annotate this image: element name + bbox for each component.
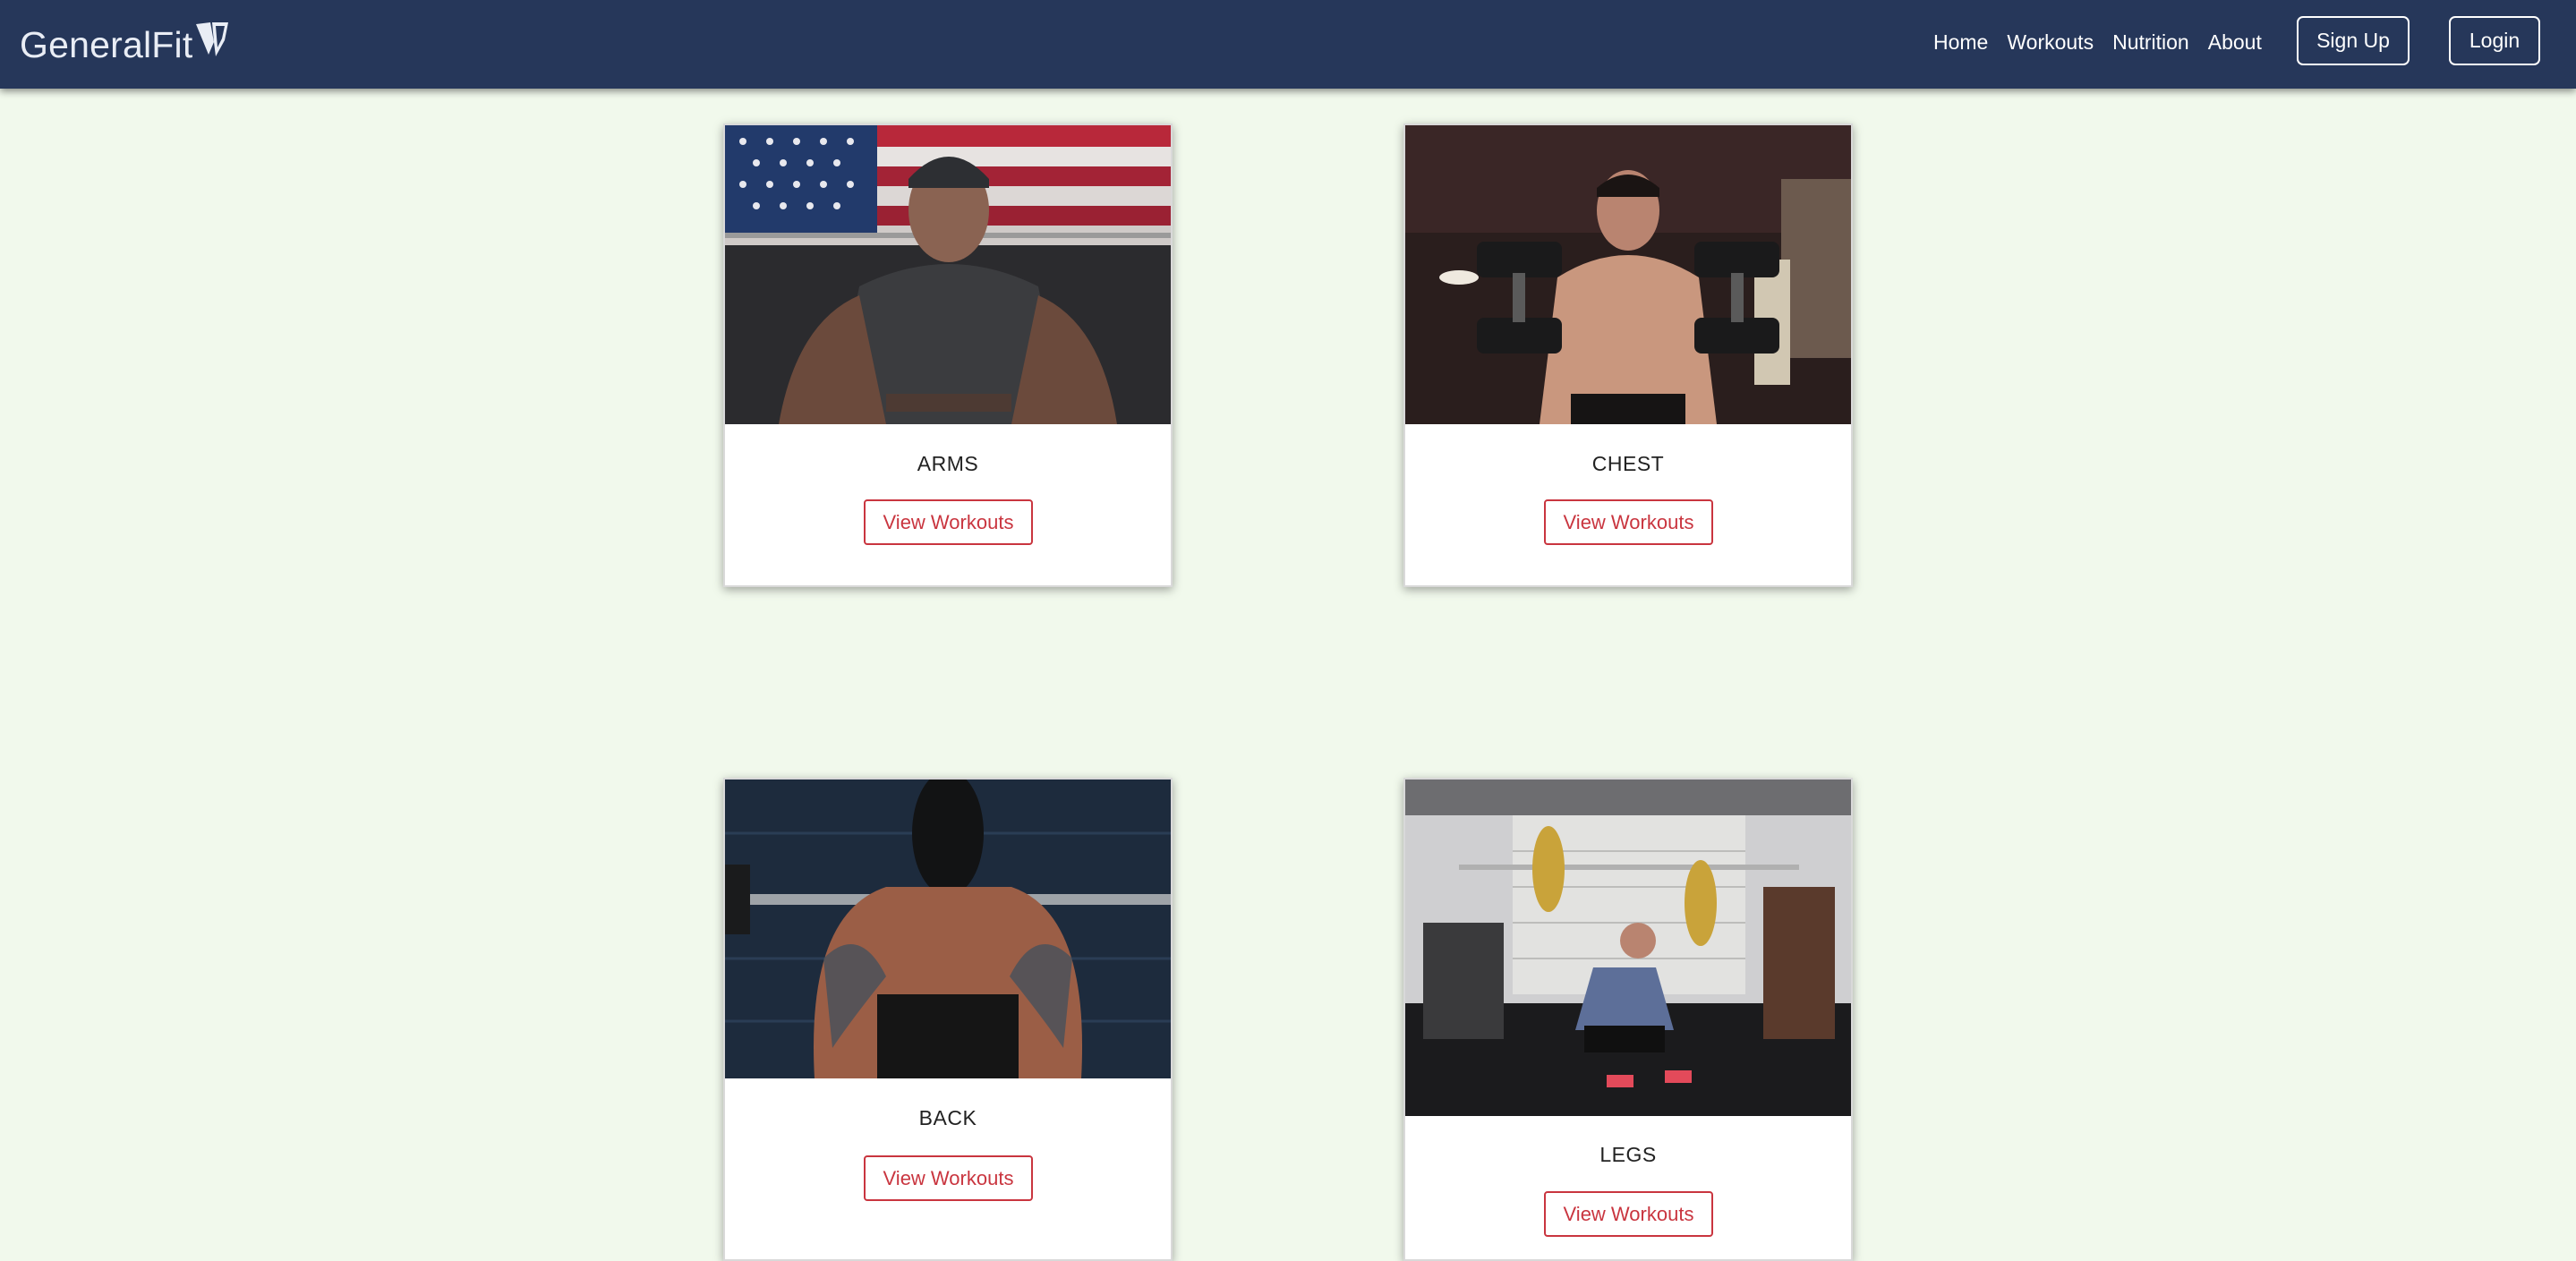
nav-link-workouts[interactable]: Workouts: [2007, 30, 2094, 55]
chest-card-image: [1405, 125, 1851, 424]
legs-card-image: [1405, 780, 1851, 1116]
workout-card-arms: ARMS View Workouts: [723, 124, 1173, 587]
card-title-back: BACK: [918, 1106, 977, 1129]
card-title-legs: LEGS: [1599, 1143, 1657, 1166]
view-workouts-legs-button[interactable]: View Workouts: [1544, 1191, 1713, 1237]
brand-shield-icon: [194, 21, 230, 69]
top-navbar: GeneralFit Home Workouts Nutrition About…: [0, 0, 2576, 89]
card-title-arms: ARMS: [917, 452, 979, 475]
view-workouts-arms-button[interactable]: View Workouts: [864, 499, 1033, 545]
signup-button[interactable]: Sign Up: [2297, 16, 2410, 65]
login-button[interactable]: Login: [2449, 16, 2540, 65]
view-workouts-back-button[interactable]: View Workouts: [864, 1155, 1033, 1201]
workout-card-back: BACK View Workouts: [723, 778, 1173, 1261]
nav-links: Home Workouts Nutrition About: [1933, 25, 2281, 59]
brand-logo-link[interactable]: GeneralFit: [20, 20, 230, 70]
card-title-chest: CHEST: [1591, 452, 1665, 475]
nav-link-nutrition[interactable]: Nutrition: [2112, 30, 2189, 55]
view-workouts-chest-button[interactable]: View Workouts: [1544, 499, 1713, 545]
nav-link-about[interactable]: About: [2208, 30, 2262, 55]
workout-card-chest: CHEST View Workouts: [1403, 124, 1853, 587]
back-card-image: [725, 780, 1171, 1078]
workout-card-legs: LEGS View Workouts: [1403, 778, 1853, 1261]
arms-card-image: [725, 125, 1171, 424]
brand-name: GeneralFit: [20, 23, 193, 65]
nav-link-home[interactable]: Home: [1933, 30, 1988, 55]
